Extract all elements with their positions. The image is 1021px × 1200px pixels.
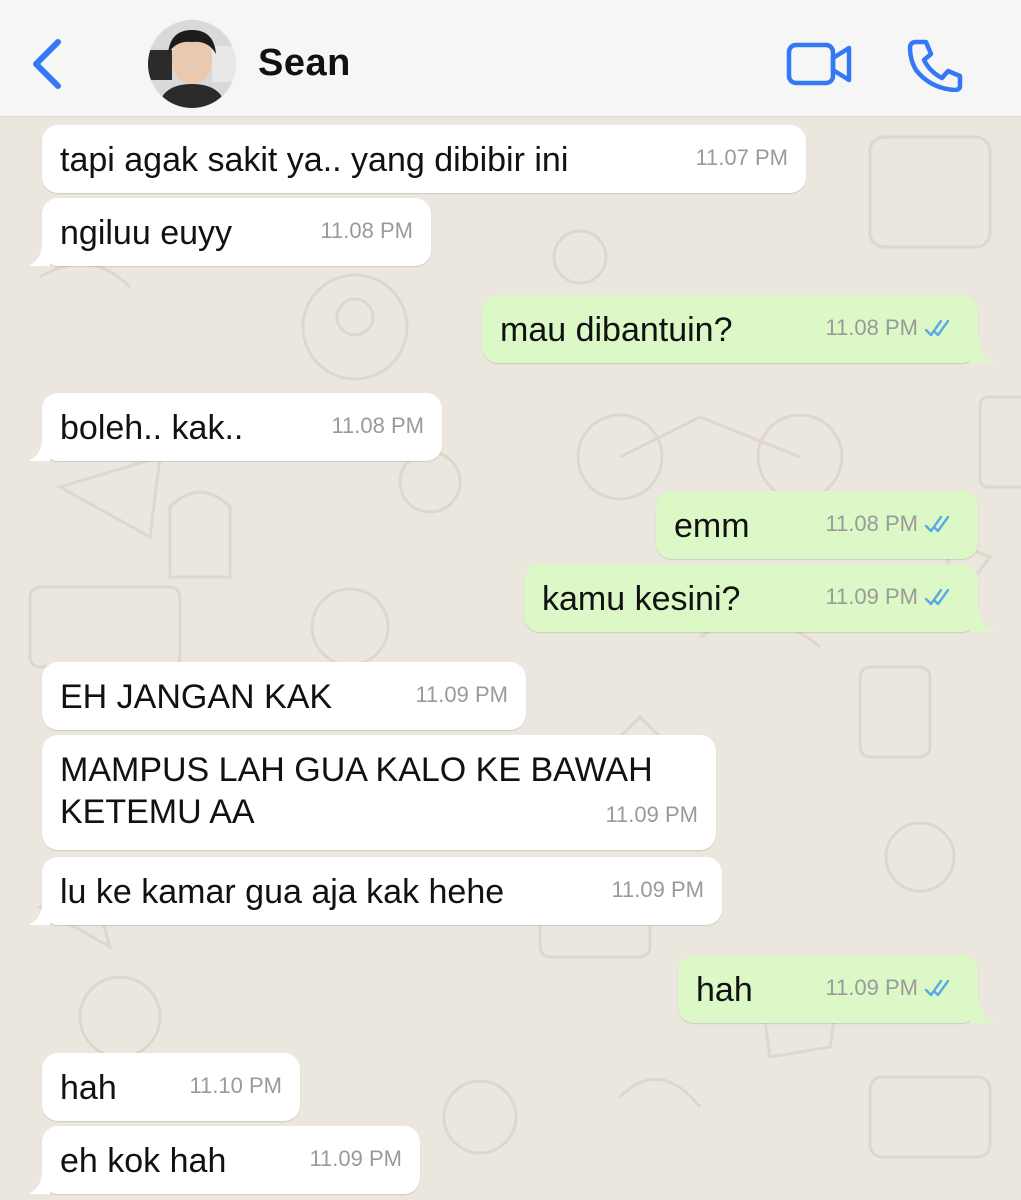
- bubble-tail: [28, 244, 50, 266]
- incoming-message[interactable]: lu ke kamar gua aja kak hehe 11.09 PM: [28, 857, 722, 925]
- back-button[interactable]: [26, 34, 70, 94]
- outgoing-message[interactable]: hah 11.09 PM: [678, 955, 996, 1023]
- message-meta: 11.08 PM: [320, 210, 413, 252]
- message-meta: 11.10 PM: [189, 1065, 282, 1107]
- message-meta: 11.09 PM: [415, 674, 508, 716]
- avatar[interactable]: [148, 20, 236, 108]
- incoming-message[interactable]: EH JANGAN KAK 11.09 PM: [42, 662, 526, 730]
- chat-area[interactable]: tapi agak sakit ya.. yang dibibir ini 11.…: [0, 117, 1021, 1200]
- incoming-message[interactable]: MAMPUS LAH GUA KALO KE BAWAH KETEMU AA 11…: [42, 735, 716, 850]
- message-meta: 11.09 PM: [825, 576, 956, 618]
- message-timestamp: 11.08 PM: [331, 413, 424, 438]
- double-check-icon: [924, 319, 950, 337]
- message-meta: 11.08 PM: [331, 405, 424, 447]
- message-timestamp: 11.09 PM: [611, 877, 704, 902]
- double-check-icon: [924, 979, 950, 997]
- bubble-tail: [970, 1001, 996, 1023]
- message-meta: 11.09 PM: [309, 1138, 402, 1180]
- outgoing-message[interactable]: kamu kesini? 11.09 PM: [524, 564, 996, 632]
- message-timestamp: 11.08 PM: [825, 315, 918, 340]
- message-meta: 11.09 PM: [825, 967, 956, 1009]
- video-call-button[interactable]: [786, 40, 852, 88]
- incoming-message[interactable]: eh kok hah 11.09 PM: [28, 1126, 420, 1194]
- incoming-message[interactable]: tapi agak sakit ya.. yang dibibir ini 11.…: [42, 125, 806, 193]
- message-timestamp: 11.09 PM: [825, 584, 918, 609]
- chat-header: Sean: [0, 0, 1021, 117]
- contact-name[interactable]: Sean: [258, 42, 351, 85]
- message-timestamp: 11.10 PM: [189, 1073, 282, 1098]
- message-meta: 11.08 PM: [825, 503, 956, 545]
- outgoing-message[interactable]: mau dibantuin? 11.08 PM: [482, 295, 996, 363]
- message-meta: 11.09 PM: [605, 794, 698, 836]
- message-meta: 11.09 PM: [611, 869, 704, 911]
- message-timestamp: 11.09 PM: [309, 1146, 402, 1171]
- message-meta: 11.07 PM: [695, 137, 788, 179]
- voice-call-button[interactable]: [906, 38, 964, 93]
- message-timestamp: 11.08 PM: [825, 511, 918, 536]
- bubble-tail: [28, 439, 50, 461]
- incoming-message[interactable]: boleh.. kak.. 11.08 PM: [28, 393, 442, 461]
- message-timestamp: 11.08 PM: [320, 218, 413, 243]
- message-timestamp: 11.09 PM: [825, 975, 918, 1000]
- message-text: tapi agak sakit ya.. yang dibibir ini: [60, 141, 569, 179]
- message-text: lu ke kamar gua aja kak hehe: [60, 873, 505, 911]
- phone-icon: [907, 39, 963, 93]
- chevron-left-icon: [33, 39, 61, 89]
- chat-wallpaper-doodles: [28, 135, 1021, 1159]
- bubble-tail: [970, 610, 996, 632]
- double-check-icon: [924, 515, 950, 533]
- message-timestamp: 11.07 PM: [695, 145, 788, 170]
- message-text: MAMPUS LAH GUA KALO KE BAWAH KETEMU AA: [60, 751, 653, 831]
- incoming-message[interactable]: ngiluu euyy 11.08 PM: [28, 198, 431, 266]
- outgoing-message[interactable]: emm 11.08 PM: [656, 491, 978, 559]
- message-meta: 11.08 PM: [825, 307, 956, 349]
- avatar-photo: [148, 20, 236, 108]
- bubble-tail: [28, 1172, 50, 1194]
- bubble-tail: [28, 903, 50, 925]
- message-timestamp: 11.09 PM: [605, 802, 698, 827]
- double-check-icon: [924, 588, 950, 606]
- incoming-message[interactable]: hah 11.10 PM: [42, 1053, 300, 1121]
- bubble-tail: [970, 341, 996, 363]
- video-camera-icon: [786, 42, 852, 86]
- message-timestamp: 11.09 PM: [415, 682, 508, 707]
